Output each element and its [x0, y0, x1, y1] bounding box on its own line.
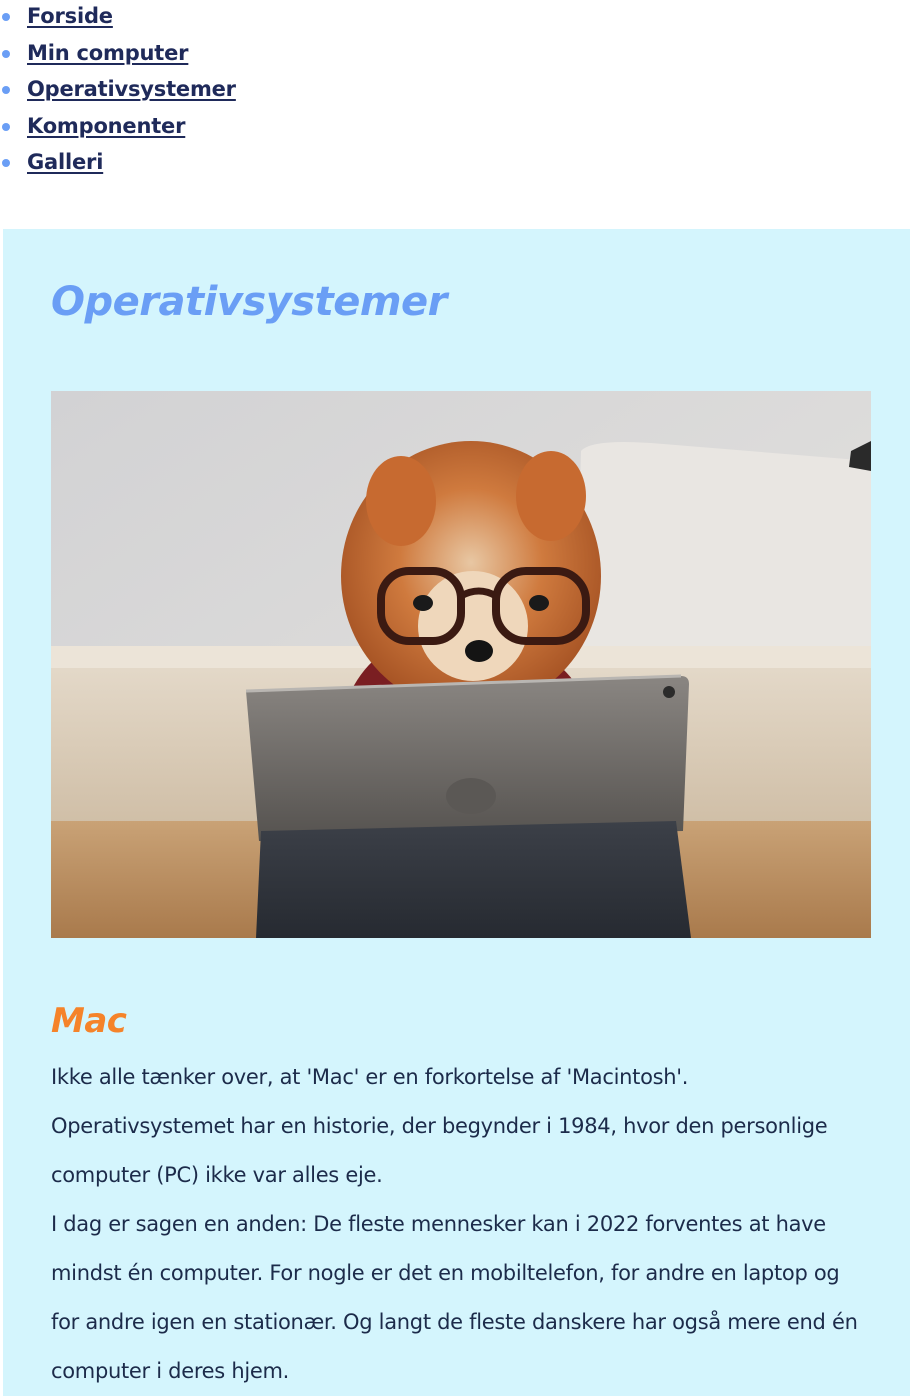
body-line: Ikke alle tænker over, at 'Mac' er en fo…: [51, 1065, 689, 1089]
body-line: mindst én computer. For nogle er det en …: [51, 1261, 840, 1285]
nav-link-komponenter[interactable]: Komponenter: [27, 114, 185, 138]
bullet-icon: [2, 50, 10, 58]
body-line: Operativsystemet har en historie, der be…: [51, 1114, 828, 1138]
bullet-icon: [2, 13, 10, 21]
body-line: for andre igen en stationær. Og langt de…: [51, 1310, 858, 1334]
dog-with-tablet-illustration: [51, 391, 871, 938]
section-title: Mac: [51, 1001, 127, 1041]
bullet-icon: [2, 123, 10, 131]
nav-link-operativsystemer[interactable]: Operativsystemer: [27, 77, 236, 101]
page-title: Operativsystemer: [51, 279, 447, 325]
hero-image: [51, 391, 871, 938]
body-line: I dag er sagen en anden: De fleste menne…: [51, 1212, 826, 1236]
nav-link-galleri[interactable]: Galleri: [27, 150, 103, 174]
nav-link-min-computer[interactable]: Min computer: [27, 41, 189, 65]
body-line: computer (PC) ikke var alles eje.: [51, 1163, 383, 1187]
section-body: Ikke alle tænker over, at 'Mac' er en fo…: [51, 1053, 881, 1396]
bullet-icon: [2, 86, 10, 94]
main-content: Operativsystemer Mac Ikke alle tænker ov…: [3, 229, 910, 1396]
bullet-icon: [2, 159, 10, 167]
body-line: computer i deres hjem.: [51, 1359, 290, 1383]
nav-link-forside[interactable]: Forside: [27, 4, 113, 28]
